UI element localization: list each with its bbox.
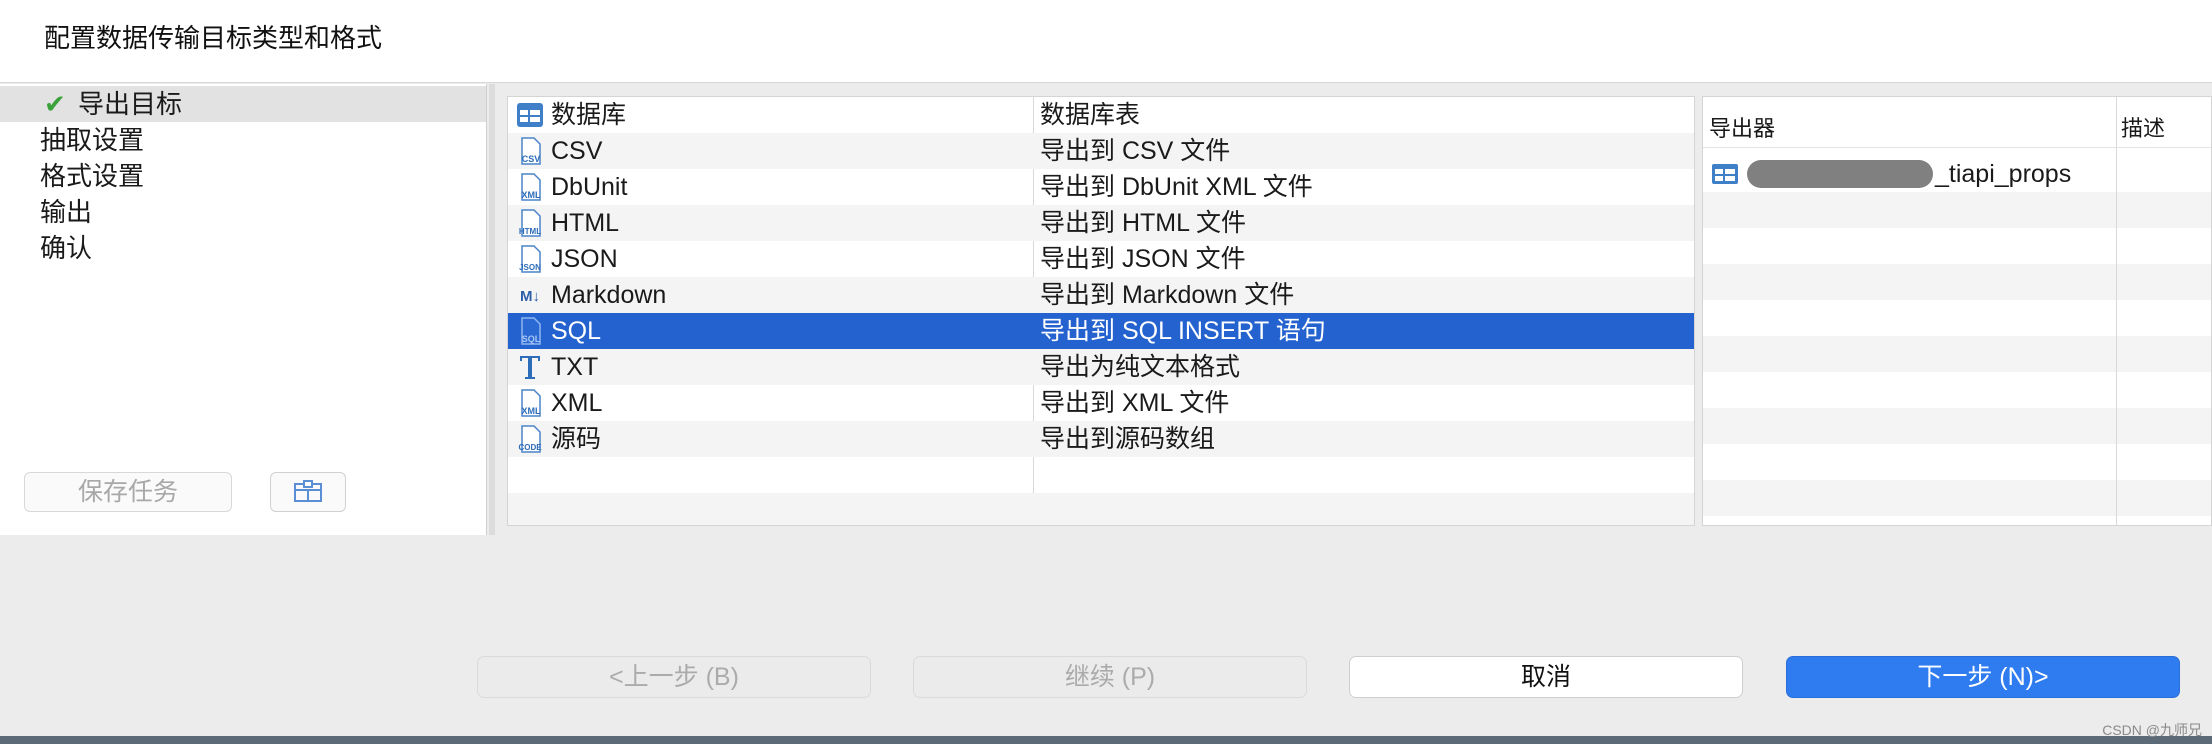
column-header-exporter[interactable]: 导出器 xyxy=(1709,111,1775,143)
format-name: TXT xyxy=(551,353,599,381)
empty-row xyxy=(508,457,1694,493)
markdown-icon: M↓ xyxy=(520,288,540,305)
format-name: XML xyxy=(551,389,603,417)
wizard-steps-panel: ✔ 导出目标 抽取设置 格式设置 输出 确认 保存任务 xyxy=(0,84,487,535)
taskbar-strip xyxy=(0,736,2212,744)
step-output[interactable]: 输出 xyxy=(0,194,486,230)
empty-row xyxy=(1703,336,2211,372)
format-row-html[interactable]: HTML HTML 导出到 HTML 文件 xyxy=(508,205,1694,241)
format-description: 导出到 CSV 文件 xyxy=(1040,137,1231,165)
format-name: 源码 xyxy=(551,425,602,453)
back-button[interactable]: <上一步 (B) xyxy=(477,656,871,698)
empty-row xyxy=(508,493,1694,525)
exporter-table-header: 导出器 描述 xyxy=(1703,97,2211,148)
save-task-button[interactable]: 保存任务 xyxy=(24,472,232,512)
format-description: 导出到 JSON 文件 xyxy=(1040,245,1246,273)
format-description: 导出到 HTML 文件 xyxy=(1040,209,1247,237)
format-row-markdown[interactable]: M↓ Markdown 导出到 Markdown 文件 xyxy=(508,277,1694,313)
svg-text:JSON: JSON xyxy=(519,263,541,272)
tasks-icon xyxy=(294,480,322,502)
xml-icon: XML xyxy=(521,173,542,201)
format-row-sql[interactable]: SQL SQL 导出到 SQL INSERT 语句 xyxy=(508,313,1694,349)
format-description: 导出到 DbUnit XML 文件 xyxy=(1040,173,1313,201)
format-row-database[interactable]: 数据库 数据库表 xyxy=(508,97,1694,133)
watermark: CSDN @九师兄 xyxy=(2102,722,2202,738)
step-export-target[interactable]: ✔ 导出目标 xyxy=(0,86,486,122)
format-row-txt[interactable]: TXT 导出为纯文本格式 xyxy=(508,349,1694,385)
svg-text:XML: XML xyxy=(522,406,542,416)
next-button[interactable]: 下一步 (N)> xyxy=(1786,656,2180,698)
text-icon xyxy=(520,356,540,379)
xml-icon: XML xyxy=(521,389,542,417)
dialog-title: 配置数据传输目标类型和格式 xyxy=(44,23,383,53)
format-description: 导出到 XML 文件 xyxy=(1040,389,1230,417)
dialog-header: 配置数据传输目标类型和格式 xyxy=(0,0,2212,83)
cancel-button[interactable]: 取消 xyxy=(1349,656,1743,698)
format-name: SQL xyxy=(551,317,602,345)
step-label: 确认 xyxy=(40,233,93,263)
format-description: 导出为纯文本格式 xyxy=(1040,353,1241,381)
format-row-csv[interactable]: CSV CSV 导出到 CSV 文件 xyxy=(508,133,1694,169)
format-name: DbUnit xyxy=(551,173,628,201)
empty-row xyxy=(1703,408,2211,444)
step-label: 抽取设置 xyxy=(40,125,145,155)
svg-text:CODE: CODE xyxy=(518,443,542,452)
table-icon xyxy=(1712,164,1738,184)
step-label: 输出 xyxy=(40,197,93,227)
empty-row xyxy=(1703,264,2211,300)
format-row-dbunit[interactable]: XML DbUnit 导出到 DbUnit XML 文件 xyxy=(508,169,1694,205)
format-table: 数据库 数据库表 CSV CSV 导出到 CSV 文件 XML DbUnit 导… xyxy=(507,96,1695,526)
column-separator xyxy=(2116,97,2117,525)
continue-button[interactable]: 继续 (P) xyxy=(913,656,1307,698)
svg-text:M↓: M↓ xyxy=(520,288,540,305)
task-config-button[interactable] xyxy=(270,472,346,512)
empty-row xyxy=(1703,480,2211,516)
format-row-json[interactable]: JSON JSON 导出到 JSON 文件 xyxy=(508,241,1694,277)
format-name: JSON xyxy=(551,245,618,273)
svg-text:XML: XML xyxy=(522,190,542,200)
format-row-source-code[interactable]: CODE 源码 导出到源码数组 xyxy=(508,421,1694,457)
format-name: Markdown xyxy=(551,281,667,309)
format-row-xml[interactable]: XML XML 导出到 XML 文件 xyxy=(508,385,1694,421)
format-name: CSV xyxy=(551,137,603,165)
step-format-settings[interactable]: 格式设置 xyxy=(0,158,486,194)
step-label: 格式设置 xyxy=(40,161,145,191)
step-confirm[interactable]: 确认 xyxy=(0,230,486,266)
splitter[interactable] xyxy=(489,84,495,535)
check-icon: ✔ xyxy=(44,89,66,119)
exporter-table: 导出器 描述 _tiapi_props xyxy=(1702,96,2212,526)
format-description: 导出到 Markdown 文件 xyxy=(1040,281,1295,309)
redacted-blur xyxy=(1747,160,1933,188)
sql-icon: SQL xyxy=(521,317,541,345)
format-name: HTML xyxy=(551,209,620,237)
svg-text:SQL: SQL xyxy=(522,334,541,344)
code-icon: CODE xyxy=(518,425,542,453)
empty-row xyxy=(1703,192,2211,228)
format-name: 数据库 xyxy=(551,101,627,129)
html-icon: HTML xyxy=(519,209,541,237)
exporter-item[interactable]: _tiapi_props xyxy=(1709,156,2109,192)
svg-text:HTML: HTML xyxy=(519,227,541,236)
csv-icon: CSV xyxy=(521,137,541,165)
json-icon: JSON xyxy=(519,245,541,273)
column-header-description[interactable]: 描述 xyxy=(2121,111,2165,143)
step-extract-settings[interactable]: 抽取设置 xyxy=(0,122,486,158)
step-label: 导出目标 xyxy=(78,89,183,119)
format-description: 导出到源码数组 xyxy=(1040,425,1216,453)
svg-text:CSV: CSV xyxy=(522,154,541,164)
database-table-icon xyxy=(517,103,543,127)
format-description: 导出到 SQL INSERT 语句 xyxy=(1040,317,1326,345)
format-description: 数据库表 xyxy=(1040,101,1141,129)
exporter-name: _tiapi_props xyxy=(1935,160,2072,188)
